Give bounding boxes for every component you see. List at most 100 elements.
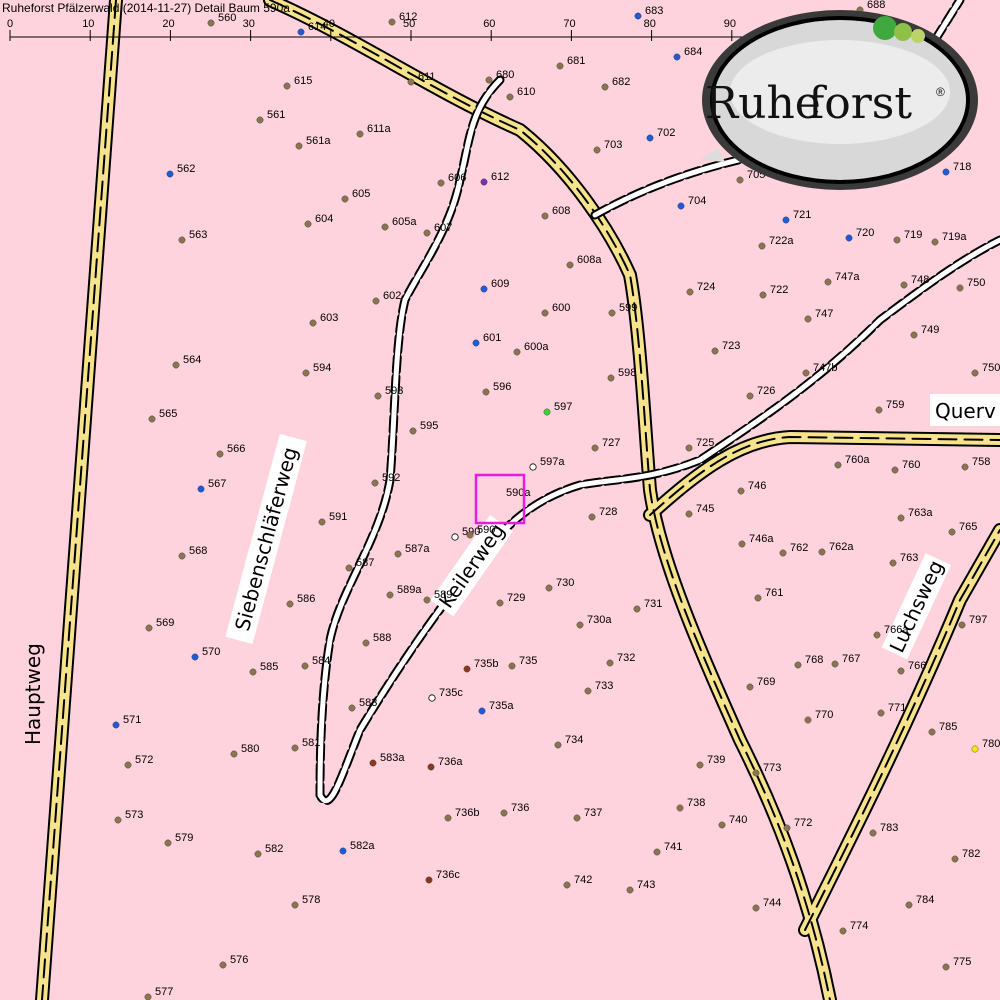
tree-marker[interactable]: [437, 179, 445, 187]
tree-marker[interactable]: [869, 829, 877, 837]
tree-marker[interactable]: [301, 662, 309, 670]
tree-marker[interactable]: [480, 285, 488, 293]
tree-marker[interactable]: [794, 661, 802, 669]
tree-marker[interactable]: [711, 347, 719, 355]
tree-marker[interactable]: [677, 202, 685, 210]
tree-marker[interactable]: [339, 847, 347, 855]
tree-marker[interactable]: [845, 234, 853, 242]
tree-marker[interactable]: [556, 62, 564, 70]
tree-marker[interactable]: [369, 759, 377, 767]
tree-marker[interactable]: [802, 369, 810, 377]
tree-marker[interactable]: [372, 297, 380, 305]
tree-marker[interactable]: [588, 513, 596, 521]
tree-marker[interactable]: [541, 309, 549, 317]
tree-marker[interactable]: [931, 238, 939, 246]
tree-marker[interactable]: [563, 881, 571, 889]
tree-marker[interactable]: [782, 216, 790, 224]
tree-marker[interactable]: [197, 485, 205, 493]
tree-marker[interactable]: [291, 901, 299, 909]
tree-marker[interactable]: [607, 374, 615, 382]
forest-map[interactable]: Hauptweg Siebenschläferweg Keilerweg Luc…: [0, 0, 1000, 1000]
tree-marker[interactable]: [144, 993, 152, 1000]
tree-marker[interactable]: [942, 168, 950, 176]
tree-marker[interactable]: [166, 170, 174, 178]
tree-marker[interactable]: [345, 564, 353, 572]
tree-marker[interactable]: [362, 639, 370, 647]
tree-marker[interactable]: [891, 466, 899, 474]
tree-marker[interactable]: [478, 707, 486, 715]
tree-marker[interactable]: [900, 281, 908, 289]
tree-marker[interactable]: [676, 804, 684, 812]
tree-marker[interactable]: [961, 463, 969, 471]
tree-marker[interactable]: [958, 621, 966, 629]
tree-marker[interactable]: [318, 518, 326, 526]
tree-marker[interactable]: [386, 591, 394, 599]
tree-marker[interactable]: [746, 392, 754, 400]
tree-marker[interactable]: [381, 223, 389, 231]
tree-marker[interactable]: [818, 548, 826, 556]
tree-marker[interactable]: [783, 824, 791, 832]
tree-marker[interactable]: [191, 653, 199, 661]
tree-marker[interactable]: [207, 19, 215, 27]
tree-marker[interactable]: [759, 291, 767, 299]
tree-marker[interactable]: [948, 528, 956, 536]
tree-marker[interactable]: [371, 479, 379, 487]
tree-marker[interactable]: [541, 212, 549, 220]
tree-marker[interactable]: [543, 408, 551, 416]
tree-marker[interactable]: [686, 288, 694, 296]
tree-marker[interactable]: [752, 769, 760, 777]
tree-marker[interactable]: [685, 510, 693, 518]
tree-marker[interactable]: [831, 660, 839, 668]
tree-marker[interactable]: [593, 146, 601, 154]
tree-marker[interactable]: [256, 116, 264, 124]
tree-marker[interactable]: [928, 728, 936, 736]
tree-marker[interactable]: [873, 631, 881, 639]
tree-marker[interactable]: [283, 82, 291, 90]
tree-marker[interactable]: [626, 886, 634, 894]
tree-marker[interactable]: [897, 514, 905, 522]
tree-marker[interactable]: [407, 78, 415, 86]
tree-marker[interactable]: [601, 83, 609, 91]
tree-marker[interactable]: [875, 406, 883, 414]
tree-marker[interactable]: [653, 848, 661, 856]
tree-marker[interactable]: [302, 369, 310, 377]
tree-marker[interactable]: [754, 594, 762, 602]
tree-marker[interactable]: [304, 220, 312, 228]
tree-marker[interactable]: [718, 821, 726, 829]
tree-marker[interactable]: [634, 12, 642, 20]
tree-marker[interactable]: [463, 665, 471, 673]
tree-marker[interactable]: [591, 444, 599, 452]
tree-marker[interactable]: [472, 339, 480, 347]
tree-marker[interactable]: [423, 596, 431, 604]
tree-marker[interactable]: [374, 392, 382, 400]
tree-marker[interactable]: [696, 761, 704, 769]
tree-marker[interactable]: [779, 549, 787, 557]
tree-marker[interactable]: [971, 745, 979, 753]
tree-marker[interactable]: [685, 444, 693, 452]
tree-marker[interactable]: [893, 236, 901, 244]
tree-marker[interactable]: [804, 315, 812, 323]
tree-marker[interactable]: [905, 901, 913, 909]
tree-marker[interactable]: [971, 369, 979, 377]
tree-marker[interactable]: [297, 28, 305, 36]
tree-marker[interactable]: [545, 584, 553, 592]
tree-marker[interactable]: [164, 839, 172, 847]
tree-marker[interactable]: [877, 709, 885, 717]
tree-marker[interactable]: [737, 487, 745, 495]
tree-marker[interactable]: [148, 415, 156, 423]
tree-marker[interactable]: [506, 93, 514, 101]
tree-marker[interactable]: [573, 814, 581, 822]
tree-marker[interactable]: [219, 961, 227, 969]
tree-marker[interactable]: [758, 242, 766, 250]
tree-marker[interactable]: [839, 927, 847, 935]
tree-marker[interactable]: [286, 600, 294, 608]
tree-marker[interactable]: [752, 904, 760, 912]
tree-marker[interactable]: [145, 624, 153, 632]
tree-marker[interactable]: [736, 176, 744, 184]
tree-marker[interactable]: [451, 533, 459, 541]
tree-marker[interactable]: [482, 388, 490, 396]
tree-marker[interactable]: [951, 855, 959, 863]
tree-marker[interactable]: [480, 178, 488, 186]
tree-marker[interactable]: [348, 704, 356, 712]
tree-marker[interactable]: [444, 814, 452, 822]
